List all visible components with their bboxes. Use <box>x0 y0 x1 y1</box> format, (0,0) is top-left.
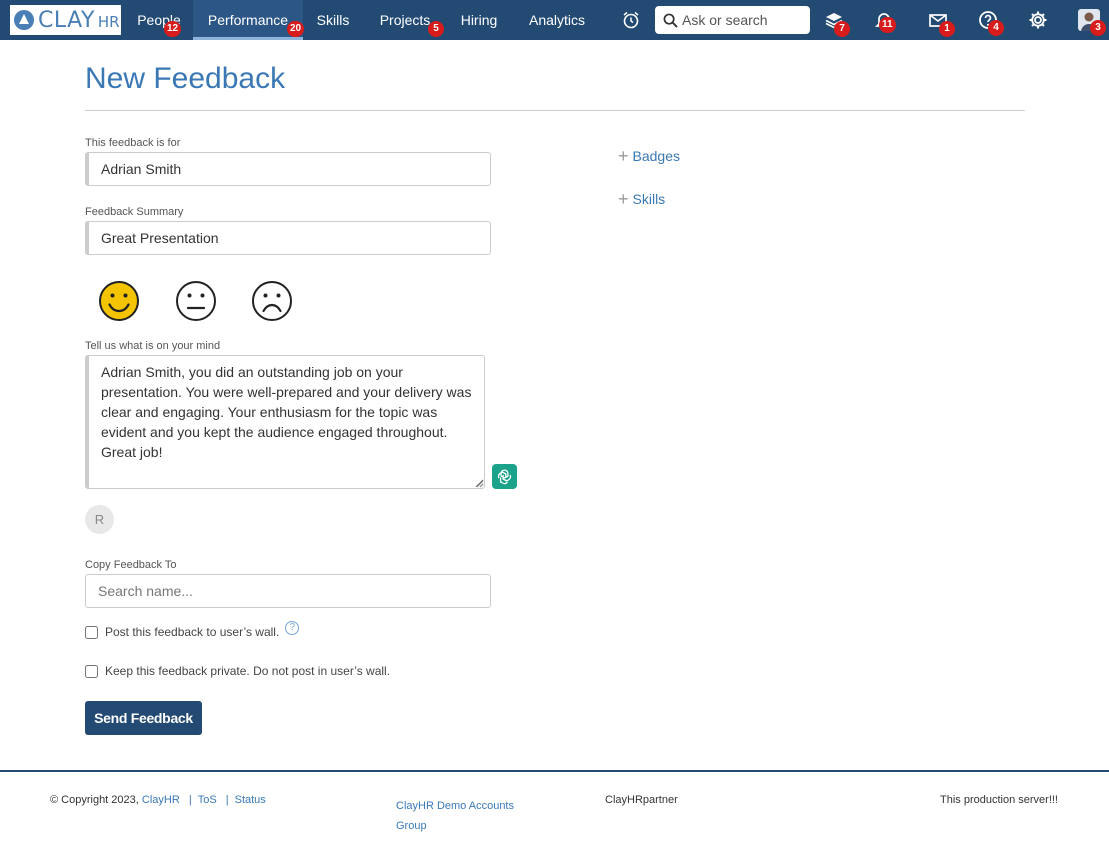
badges-toggle[interactable]: + Badges <box>618 146 680 166</box>
mail-badge: 1 <box>939 21 955 37</box>
openai-icon <box>497 469 512 485</box>
search-input[interactable] <box>682 12 802 28</box>
status-link[interactable]: Status <box>235 794 266 806</box>
nav-people[interactable]: People 12 <box>126 0 192 40</box>
plus-icon: + <box>618 146 629 166</box>
feedback-body-label: Tell us what is on your mind <box>85 340 221 352</box>
feedback-body-textarea[interactable]: Adrian Smith, you did an outstanding job… <box>85 355 485 489</box>
partner-text: ClayHRpartner <box>605 794 678 806</box>
send-feedback-button[interactable]: Send Feedback <box>85 701 202 735</box>
keep-private-checkbox[interactable] <box>85 664 98 678</box>
skills-toggle[interactable]: + Skills <box>618 189 666 209</box>
alarm-clock-icon[interactable] <box>619 8 643 32</box>
nav-analytics[interactable]: Analytics <box>518 0 596 40</box>
top-navbar: CLAY HR People 12 Performance 20 Skills … <box>0 0 1109 40</box>
notifications-badge: 11 <box>879 17 896 33</box>
mail-icon[interactable]: 1 <box>926 8 955 37</box>
footer-copyright: © Copyright 2023, ClayHR | ToS | Status <box>50 794 266 806</box>
title-divider <box>85 110 1025 111</box>
nav-people-badge: 12 <box>164 21 182 37</box>
copyright-text: © Copyright 2023, <box>50 794 139 806</box>
layers-badge: 7 <box>834 21 850 37</box>
nav-projects[interactable]: Projects 5 <box>368 0 444 40</box>
company-link[interactable]: ClayHR <box>142 794 180 806</box>
recipient-label: This feedback is for <box>85 137 181 149</box>
clayhr-logo[interactable]: CLAY HR <box>10 5 121 35</box>
summary-field[interactable]: Great Presentation <box>85 221 491 255</box>
nav-projects-badge: 5 <box>428 21 444 37</box>
happy-face-icon[interactable] <box>98 280 140 322</box>
help-icon[interactable]: 4 <box>976 8 1004 36</box>
avatar[interactable]: 3 <box>1077 8 1106 36</box>
demo-accounts-link[interactable]: ClayHR Demo Accounts Group <box>396 796 526 836</box>
ai-assist-button[interactable] <box>492 464 517 489</box>
post-to-wall-label: Post this feedback to user’s wall. <box>105 625 280 639</box>
badges-label: Badges <box>632 148 680 164</box>
nav-performance-badge: 20 <box>287 21 305 37</box>
footer-separator: | <box>188 794 192 806</box>
logo-mark-icon <box>14 10 34 30</box>
skills-label: Skills <box>632 191 666 207</box>
post-to-wall-checkbox[interactable] <box>85 625 98 639</box>
nav-skills[interactable]: Skills <box>304 0 362 40</box>
nav-skills-label: Skills <box>316 12 350 28</box>
copy-feedback-label: Copy Feedback To <box>85 559 177 571</box>
nav-hiring[interactable]: Hiring <box>449 0 509 40</box>
logo-text: CLAY <box>38 7 95 33</box>
page-title: New Feedback <box>85 62 286 95</box>
resize-grip-icon[interactable] <box>474 478 484 488</box>
copy-feedback-search-input[interactable] <box>85 574 491 608</box>
help-question-icon[interactable]: ? <box>285 621 300 635</box>
profile-badge: 3 <box>1090 20 1106 36</box>
nav-performance-label: Performance <box>207 12 289 28</box>
help-badge: 4 <box>988 20 1004 36</box>
footer-divider <box>0 770 1109 772</box>
server-note: This production server!!! <box>940 794 1058 806</box>
plus-icon: + <box>618 189 629 209</box>
search-icon <box>663 13 678 28</box>
sad-face-icon[interactable] <box>251 280 293 322</box>
tos-link[interactable]: ToS <box>198 794 217 806</box>
recipient-field[interactable]: Adrian Smith <box>85 152 491 186</box>
global-search[interactable] <box>655 6 810 34</box>
reviewer-avatar: R <box>85 505 114 534</box>
logo-suffix: HR <box>97 13 120 31</box>
nav-hiring-label: Hiring <box>460 12 498 28</box>
gear-icon[interactable] <box>1026 8 1050 32</box>
nav-projects-label: Projects <box>379 12 431 28</box>
nav-analytics-label: Analytics <box>528 12 586 28</box>
summary-label: Feedback Summary <box>85 206 184 218</box>
nav-performance[interactable]: Performance 20 <box>193 0 305 40</box>
bell-icon[interactable]: 11 <box>872 8 896 33</box>
keep-private-label: Keep this feedback private. Do not post … <box>105 664 391 678</box>
neutral-face-icon[interactable] <box>175 280 217 322</box>
layers-icon[interactable]: 7 <box>822 8 850 37</box>
footer-separator: | <box>225 794 229 806</box>
